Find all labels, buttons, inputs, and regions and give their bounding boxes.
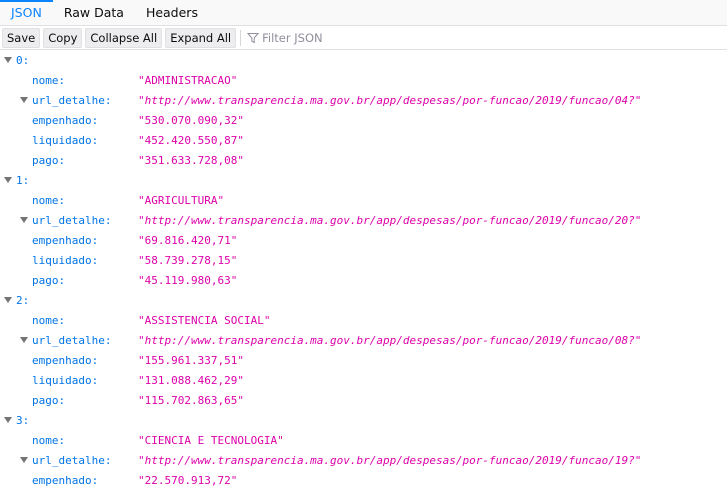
- array-index: 3:: [16, 413, 30, 427]
- property-key: nome:: [32, 313, 66, 327]
- filter-icon: [247, 32, 260, 43]
- array-item-row[interactable]: 1:: [0, 170, 727, 190]
- property-key: liquidado:: [32, 133, 99, 147]
- array-index: 2:: [16, 293, 30, 307]
- property-key: nome:: [32, 73, 66, 87]
- expand-toggle-icon[interactable]: [19, 95, 29, 105]
- property-row[interactable]: pago: "115.702.863,65": [0, 390, 727, 410]
- property-row[interactable]: nome: "AGRICULTURA": [0, 190, 727, 210]
- expand-toggle-icon[interactable]: [3, 175, 13, 185]
- property-key: url_detalhe:: [32, 453, 112, 467]
- property-value: "45.119.980,63": [138, 273, 238, 287]
- expand-all-button[interactable]: Expand All: [165, 27, 237, 48]
- json-toolbar: Save Copy Collapse All Expand All: [0, 26, 727, 50]
- copy-button[interactable]: Copy: [43, 27, 83, 48]
- save-button[interactable]: Save: [2, 27, 41, 48]
- toolbar-divider: [240, 29, 242, 46]
- property-row[interactable]: nome: "CIENCIA E TECNOLOGIA": [0, 430, 727, 450]
- property-key: pago:: [32, 393, 66, 407]
- property-row[interactable]: liquidado: "58.739.278,15": [0, 250, 727, 270]
- property-key: empenhado:: [32, 473, 99, 487]
- property-value: "155.961.337,51": [138, 353, 244, 367]
- property-row[interactable]: empenhado: "22.570.913,72": [0, 470, 727, 490]
- property-value: "ASSISTENCIA SOCIAL": [138, 313, 271, 327]
- tab-headers[interactable]: Headers: [135, 0, 209, 25]
- property-key: nome:: [32, 433, 66, 447]
- expand-toggle-icon[interactable]: [3, 295, 13, 305]
- filter-box[interactable]: [247, 30, 413, 45]
- tab-json[interactable]: JSON: [0, 0, 53, 25]
- property-row[interactable]: liquidado: "452.420.550,87": [0, 130, 727, 150]
- property-value: "69.816.420,71": [138, 233, 238, 247]
- expand-toggle-icon[interactable]: [19, 215, 29, 225]
- tab-bar: JSON Raw Data Headers: [0, 0, 727, 26]
- array-item-row[interactable]: 3:: [0, 410, 727, 430]
- property-row[interactable]: liquidado: "131.088.462,29": [0, 370, 727, 390]
- property-key: liquidado:: [32, 373, 99, 387]
- property-key: pago:: [32, 153, 66, 167]
- collapse-all-button[interactable]: Collapse All: [85, 27, 163, 48]
- property-row[interactable]: empenhado: "155.961.337,51": [0, 350, 727, 370]
- property-key: url_detalhe:: [32, 333, 112, 347]
- url-value[interactable]: "http://www.transparencia.ma.gov.br/app/…: [138, 334, 641, 347]
- property-row[interactable]: empenhado: "530.070.090,32": [0, 110, 727, 130]
- property-key: url_detalhe:: [32, 93, 112, 107]
- json-tree: 0: nome: "ADMINISTRACAO" url_detalhe: "h…: [0, 50, 727, 490]
- expand-toggle-icon[interactable]: [19, 335, 29, 345]
- property-row[interactable]: nome: "ADMINISTRACAO": [0, 70, 727, 90]
- property-value: "131.088.462,29": [138, 373, 244, 387]
- property-row[interactable]: url_detalhe: "http://www.transparencia.m…: [0, 450, 727, 470]
- property-value: "ADMINISTRACAO": [138, 73, 238, 87]
- property-key: nome:: [32, 193, 66, 207]
- property-key: pago:: [32, 273, 66, 287]
- property-value: "351.633.728,08": [138, 153, 244, 167]
- property-row[interactable]: url_detalhe: "http://www.transparencia.m…: [0, 90, 727, 110]
- property-row[interactable]: pago: "45.119.980,63": [0, 270, 727, 290]
- property-value: "452.420.550,87": [138, 133, 244, 147]
- array-item-row[interactable]: 2:: [0, 290, 727, 310]
- url-value[interactable]: "http://www.transparencia.ma.gov.br/app/…: [138, 214, 641, 227]
- filter-json-input[interactable]: [262, 30, 413, 45]
- url-value[interactable]: "http://www.transparencia.ma.gov.br/app/…: [138, 94, 641, 107]
- property-value: "AGRICULTURA": [138, 193, 225, 207]
- property-key: empenhado:: [32, 233, 99, 247]
- property-value: "530.070.090,32": [138, 113, 244, 127]
- expand-toggle-icon[interactable]: [3, 55, 13, 65]
- array-item-row[interactable]: 0:: [0, 50, 727, 70]
- expand-toggle-icon[interactable]: [3, 415, 13, 425]
- property-key: url_detalhe:: [32, 213, 112, 227]
- property-row[interactable]: empenhado: "69.816.420,71": [0, 230, 727, 250]
- property-value: "115.702.863,65": [138, 393, 244, 407]
- property-row[interactable]: pago: "351.633.728,08": [0, 150, 727, 170]
- property-value: "58.739.278,15": [138, 253, 238, 267]
- property-row[interactable]: nome: "ASSISTENCIA SOCIAL": [0, 310, 727, 330]
- property-value: "CIENCIA E TECNOLOGIA": [138, 433, 284, 447]
- tab-raw-data[interactable]: Raw Data: [53, 0, 135, 25]
- property-key: empenhado:: [32, 353, 99, 367]
- property-value: "22.570.913,72": [138, 473, 238, 487]
- property-key: liquidado:: [32, 253, 99, 267]
- property-row[interactable]: url_detalhe: "http://www.transparencia.m…: [0, 330, 727, 350]
- expand-toggle-icon[interactable]: [19, 455, 29, 465]
- array-index: 1:: [16, 173, 30, 187]
- url-value[interactable]: "http://www.transparencia.ma.gov.br/app/…: [138, 454, 641, 467]
- property-row[interactable]: url_detalhe: "http://www.transparencia.m…: [0, 210, 727, 230]
- array-index: 0:: [16, 53, 30, 67]
- property-key: empenhado:: [32, 113, 99, 127]
